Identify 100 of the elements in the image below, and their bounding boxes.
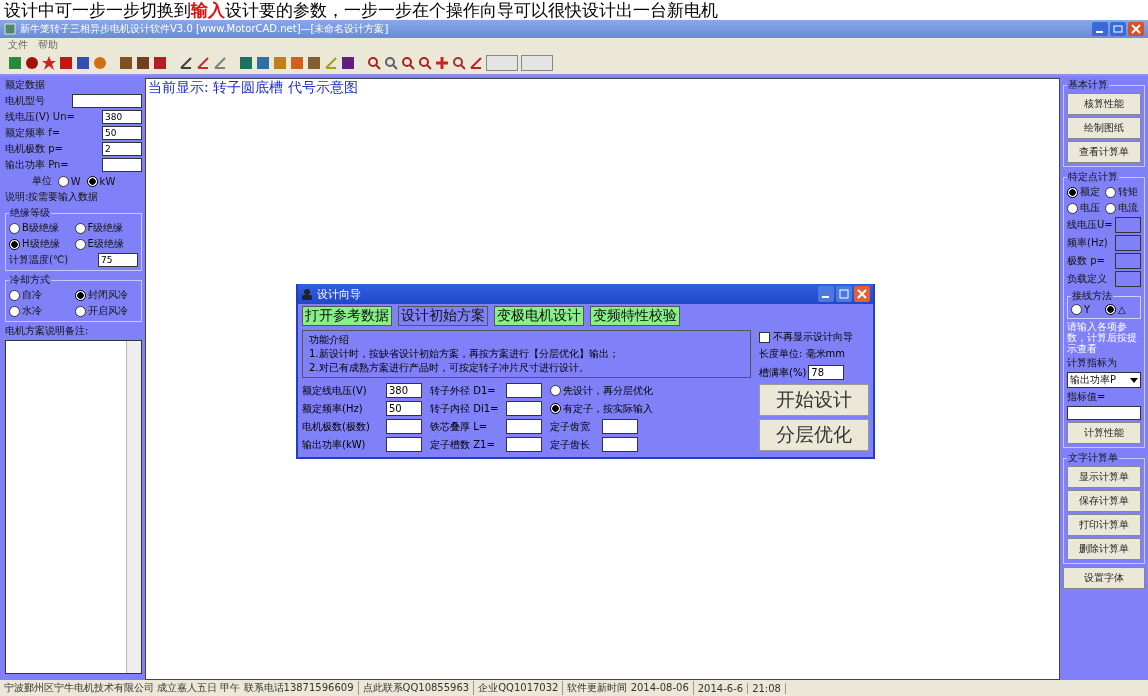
action-button[interactable]: 显示计算单 — [1067, 466, 1141, 488]
dropdown[interactable]: 输出功率P — [1067, 372, 1141, 388]
field-label: 单位 — [31, 174, 52, 188]
status-text: 宁波鄞州区宁牛电机技术有限公司 成立嘉人五日 甲午 联系电话13871596609 — [4, 681, 359, 695]
input-field[interactable] — [386, 419, 422, 434]
action-button[interactable]: 打印计算单 — [1067, 514, 1141, 536]
magnifier-icon[interactable] — [367, 56, 381, 70]
line-icon[interactable] — [196, 56, 210, 70]
square-icon[interactable] — [59, 56, 73, 70]
field-label: 定子齿宽 — [550, 419, 591, 434]
square-icon[interactable] — [76, 56, 90, 70]
input-field[interactable]: 380 — [386, 383, 422, 398]
scroll-bar[interactable] — [126, 341, 141, 673]
toolbar-button[interactable] — [521, 55, 553, 71]
action-button[interactable]: 保存计算单 — [1067, 490, 1141, 512]
input-field[interactable]: 380 — [102, 110, 142, 124]
radio-button[interactable]: 水冷 — [9, 304, 73, 318]
action-button[interactable]: 查看计算单 — [1067, 141, 1141, 163]
menu-item[interactable]: 文件 — [8, 38, 28, 52]
action-button[interactable]: 开始设计 — [759, 384, 869, 416]
input-field[interactable] — [506, 401, 542, 416]
unit-text: 长度单位: 毫米mm — [759, 347, 847, 361]
field-label: 定子齿长 — [550, 437, 591, 452]
action-button[interactable]: 删除计算单 — [1067, 538, 1141, 560]
minimize-icon[interactable] — [818, 286, 834, 302]
action-button[interactable]: 设置字体 — [1063, 567, 1145, 589]
radio-button[interactable]: 电流 — [1105, 201, 1141, 215]
input-field[interactable] — [506, 437, 542, 452]
action-button[interactable]: 绘制图纸 — [1067, 117, 1141, 139]
radio-button[interactable]: kW — [86, 175, 116, 187]
magnifier-icon[interactable] — [384, 56, 398, 70]
action-button[interactable]: 计算性能 — [1067, 422, 1141, 444]
square-icon[interactable] — [307, 56, 321, 70]
square-icon[interactable] — [8, 56, 22, 70]
input-field[interactable] — [1067, 406, 1141, 420]
close-icon[interactable] — [854, 286, 870, 302]
field-label: 线电压(V) Un= — [5, 110, 75, 124]
square-icon[interactable] — [341, 56, 355, 70]
square-icon[interactable] — [119, 56, 133, 70]
wizard-tab[interactable]: 变极电机设计 — [494, 306, 584, 326]
circle-icon[interactable] — [93, 56, 107, 70]
field-label: 负载定义 — [1067, 272, 1107, 286]
field-label: 转子外径 D1= — [430, 383, 497, 398]
radio-button[interactable]: 转矩 — [1105, 185, 1141, 199]
star-icon[interactable] — [42, 56, 56, 70]
line-icon[interactable] — [179, 56, 193, 70]
radio-button[interactable]: H级绝缘 — [9, 237, 73, 251]
magnifier-icon[interactable] — [418, 56, 432, 70]
radio-button[interactable]: 自冷 — [9, 288, 73, 302]
wizard-tab[interactable]: 变频特性校验 — [590, 306, 680, 326]
radio-button[interactable]: E级绝缘 — [74, 237, 138, 251]
input-field[interactable] — [386, 437, 422, 452]
group-title: 冷却方式 — [9, 273, 51, 287]
info-text: 2.对已有成熟方案进行产品时，可按定转子冲片尺寸进行设计。 — [309, 361, 590, 375]
radio-button[interactable]: F级绝缘 — [74, 221, 138, 235]
input-field[interactable]: 50 — [386, 401, 422, 416]
radio-button[interactable]: B级绝缘 — [9, 221, 73, 235]
toolbar-button[interactable] — [486, 55, 518, 71]
close-icon[interactable] — [1128, 22, 1144, 36]
square-icon[interactable] — [136, 56, 150, 70]
radio-button[interactable]: 额定 — [1067, 185, 1103, 199]
input-field[interactable]: 50 — [102, 126, 142, 140]
wizard-tab[interactable]: 打开参考数据 — [302, 306, 392, 326]
cross-icon[interactable] — [435, 56, 449, 70]
checkbox[interactable]: 不再显示设计向导 — [759, 330, 869, 344]
input-field[interactable] — [506, 419, 542, 434]
minimize-icon[interactable] — [1092, 22, 1108, 36]
radio-button[interactable]: 电压 — [1067, 201, 1103, 215]
field-label: 计算温度(℃) — [9, 253, 69, 267]
text-area[interactable] — [5, 340, 142, 674]
input-field[interactable] — [102, 158, 142, 172]
magnifier-icon[interactable] — [401, 56, 415, 70]
square-icon[interactable] — [153, 56, 167, 70]
input-field[interactable]: 2 — [102, 142, 142, 156]
radio-button[interactable]: 开启风冷 — [74, 304, 138, 318]
square-icon[interactable] — [256, 56, 270, 70]
radio-button[interactable]: 先设计，再分层优化 — [550, 382, 653, 399]
radio-button[interactable]: 有定子，按实际输入 — [550, 400, 653, 417]
radio-button[interactable]: 封闭风冷 — [74, 288, 138, 302]
input-field[interactable] — [602, 419, 638, 434]
input-field[interactable] — [506, 383, 542, 398]
magnifier-icon[interactable] — [452, 56, 466, 70]
line-icon[interactable] — [469, 56, 483, 70]
menu-item[interactable]: 帮助 — [38, 38, 58, 52]
input-field[interactable]: 75 — [98, 253, 138, 267]
radio-button[interactable]: Y — [1071, 304, 1103, 315]
status-text: 21:08 — [752, 682, 786, 694]
input-field[interactable] — [72, 94, 142, 108]
input-field[interactable] — [602, 437, 638, 452]
radio-button[interactable]: △ — [1105, 304, 1137, 315]
field-label: 定子槽数 Z1= — [430, 437, 496, 452]
wizard-tab[interactable]: 设计初始方案 — [398, 306, 488, 326]
circle-icon[interactable] — [25, 56, 39, 70]
square-icon[interactable] — [239, 56, 253, 70]
document-text: 设计中可一步一步切换到输入设计要的参数，一步一步在个操作向导可以很快设计出一台新电机 — [3, 0, 719, 20]
action-button[interactable]: 分层优化 — [759, 419, 869, 451]
input-field[interactable]: 78 — [808, 365, 845, 380]
canvas-caption: 当前显示: 转子圆底槽 代号示意图 — [147, 79, 359, 97]
action-button[interactable]: 核算性能 — [1067, 93, 1141, 115]
field-label: 铁芯叠厚 L= — [430, 419, 489, 434]
